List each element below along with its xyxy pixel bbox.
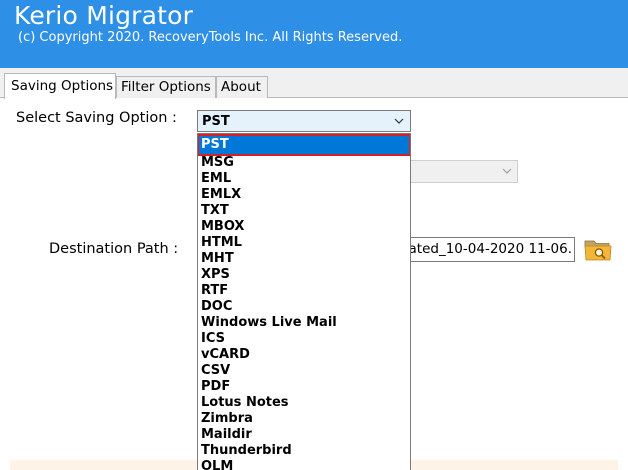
tab-saving-options[interactable]: Saving Options — [4, 73, 116, 99]
dropdown-option-maildir[interactable]: Maildir — [198, 427, 410, 443]
dropdown-option-olm[interactable]: OLM — [198, 459, 410, 470]
title-bar: Kerio Migrator (c) Copyright 2020. Recov… — [0, 0, 628, 68]
dropdown-option-rtf[interactable]: RTF — [198, 283, 410, 299]
saving-option-value: PST — [202, 114, 230, 129]
dropdown-option-lotus-notes[interactable]: Lotus Notes — [198, 395, 410, 411]
folder-search-icon[interactable] — [583, 235, 613, 263]
dropdown-option-mbox[interactable]: MBOX — [198, 219, 410, 235]
dropdown-option-pst[interactable]: PST — [198, 134, 410, 156]
destination-path-label: Destination Path : — [49, 241, 179, 257]
dropdown-option-csv[interactable]: CSV — [198, 363, 410, 379]
dropdown-option-ics[interactable]: ICS — [198, 331, 410, 347]
dropdown-option-eml[interactable]: EML — [198, 171, 410, 187]
dropdown-option-xps[interactable]: XPS — [198, 267, 410, 283]
dropdown-option-mht[interactable]: MHT — [198, 251, 410, 267]
dropdown-option-doc[interactable]: DOC — [198, 299, 410, 315]
disabled-select — [405, 160, 518, 183]
dropdown-option-windows-live-mail[interactable]: Windows Live Mail — [198, 315, 410, 331]
tab-filter-options[interactable]: Filter Options — [116, 76, 216, 98]
saving-option-label: Select Saving Option : — [16, 110, 177, 126]
dropdown-option-msg[interactable]: MSG — [198, 155, 410, 171]
saving-option-select[interactable]: PST — [197, 110, 411, 132]
dropdown-option-vcard[interactable]: vCARD — [198, 347, 410, 363]
dropdown-option-thunderbird[interactable]: Thunderbird — [198, 443, 410, 459]
chevron-down-icon — [502, 168, 512, 174]
dropdown-option-zimbra[interactable]: Zimbra — [198, 411, 410, 427]
destination-path-input[interactable]: ated_10-04-2020 11-06. — [395, 237, 575, 262]
destination-path-value: ated_10-04-2020 11-06. — [408, 241, 572, 257]
tab-strip: Saving Options Filter Options About — [0, 68, 628, 99]
app-title: Kerio Migrator — [14, 1, 194, 30]
saving-option-dropdown-list[interactable]: PST MSG EML EMLX TXT MBOX HTML MHT XPS RTF DOC Wind… — [197, 133, 411, 470]
dropdown-option-emlx[interactable]: EMLX — [198, 187, 410, 203]
tab-about[interactable]: About — [216, 76, 268, 98]
dropdown-option-html[interactable]: HTML — [198, 235, 410, 251]
chevron-down-icon — [394, 118, 404, 124]
copyright-text: (c) Copyright 2020. RecoveryTools Inc. A… — [18, 30, 403, 45]
dropdown-option-pdf[interactable]: PDF — [198, 379, 410, 395]
dropdown-option-txt[interactable]: TXT — [198, 203, 410, 219]
